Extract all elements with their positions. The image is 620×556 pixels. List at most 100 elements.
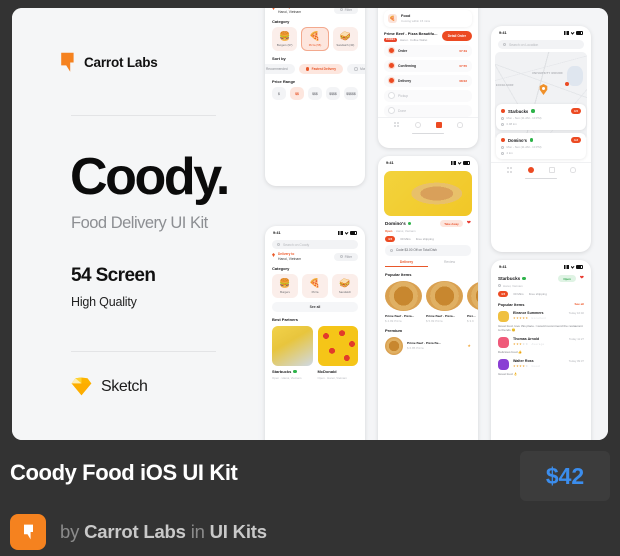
favorite-heart-icon[interactable]: ❤: [580, 276, 584, 281]
status-bar: 9:41: [491, 260, 591, 271]
map-place-card-dominos[interactable]: Domino's 4.2 Mon - Sun (11 AM - 10 PM) 2…: [496, 133, 586, 159]
home-search-bar[interactable]: Search on Coody: [272, 240, 358, 249]
pizza-icon: 🍕: [309, 30, 321, 41]
home-see-all-button[interactable]: See all: [272, 302, 358, 312]
partner-sub: Open · Hanoi, Vietnam: [272, 203, 302, 208]
partner-card[interactable]: Starbucks Open · Hanoi, Vietnam: [272, 326, 313, 380]
profile-icon[interactable]: [456, 121, 463, 128]
promo-banner[interactable]: Code $3.00 Off on Total Dish: [385, 244, 471, 256]
step-label: Confirming: [398, 63, 417, 68]
phone-reviews-screen[interactable]: 9:41 Starbucks Open ❤ Hanoi, Vietnam 4.5…: [491, 260, 591, 440]
partner-sub: Open · Hanoi, Vietnam: [317, 375, 347, 380]
compass-icon[interactable]: [414, 121, 421, 128]
price-chip-3[interactable]: $$$: [308, 87, 322, 100]
home-filter-button[interactable]: Filter: [333, 252, 358, 261]
category-card-sandwich[interactable]: 🥪 Sandwich: [332, 274, 358, 298]
category-card-sandwich[interactable]: 🥪 Sandwich (30): [332, 27, 358, 51]
grid-icon[interactable]: [506, 167, 513, 173]
partner-card[interactable]: McDonald Open · Hanoi, Vietnam: [317, 326, 358, 380]
location-pin-icon: [272, 253, 275, 257]
product-preview-card[interactable]: Carrot Labs Coody. Food Delivery UI Kit …: [12, 8, 608, 440]
price-chip-1[interactable]: $: [272, 87, 286, 100]
menu-item[interactable]: Prime Beef - Pizza... $ 5.99 Pizza: [426, 281, 463, 323]
filter-button-label: Filter: [344, 8, 352, 12]
phone-order-screen[interactable]: 🍕 Food Coming within 15 mins Prime Beef …: [378, 8, 478, 148]
restaurant-status-line: Open · Hanoi, Vietnam: [385, 228, 416, 233]
favorite-heart-icon[interactable]: ❤: [467, 221, 471, 226]
phone-filter-screen[interactable]: Search on Coody Delivery to Hanoi, Vietn…: [265, 8, 365, 186]
route-icon: [501, 151, 504, 155]
sort-chip-fastest-delivery[interactable]: Fastest Delivery: [298, 64, 344, 74]
phone-map-screen[interactable]: 9:41 Search on Location UNIVERSITY MOUND…: [491, 26, 591, 252]
menu-item[interactable]: Prime Beef - Pizza... $ 4.99 Pizza: [385, 281, 422, 323]
receipt-icon[interactable]: [435, 121, 442, 128]
burger-icon: 🍔: [279, 277, 291, 288]
sort-chip-recommended[interactable]: Recommended: [265, 64, 295, 74]
map-place-card-starbucks[interactable]: Starbucks 4.5 Mon - Sun (11 AM - 10 PM) …: [496, 104, 586, 130]
place-rating: 4.2: [570, 137, 581, 143]
order-card-sub: Coming within 15 mins: [401, 19, 431, 23]
partner-name: Starbucks: [272, 369, 313, 374]
author-avatar[interactable]: [10, 514, 46, 550]
battery-icon: [576, 265, 583, 269]
map-tab-bar[interactable]: [491, 162, 591, 176]
price-badge[interactable]: $42: [520, 451, 610, 501]
map-search-bar[interactable]: Search on Location: [498, 40, 584, 49]
restaurant-tabs[interactable]: Delivery Review: [385, 260, 471, 268]
restaurant-hero-image: [384, 171, 472, 216]
price-chip-5[interactable]: $$$$$: [344, 87, 358, 100]
cover-brand-name: Carrot Labs: [84, 55, 158, 70]
profile-icon[interactable]: [569, 167, 576, 173]
author-link[interactable]: Carrot Labs: [84, 521, 186, 542]
see-all-link[interactable]: See all: [574, 302, 584, 306]
filter-delivery-row[interactable]: Delivery to Hanoi, Vietnam Filter: [272, 8, 358, 14]
category-link[interactable]: UI Kits: [210, 521, 267, 542]
receipt-icon[interactable]: [548, 167, 555, 173]
premium-heading: Premium: [385, 327, 403, 333]
place-rating: 4.5: [570, 108, 581, 114]
category-card-burgers[interactable]: 🍔 Burgers (97): [272, 27, 298, 51]
signal-icon: [338, 231, 343, 235]
phone-home-screen[interactable]: 9:41 Search on Coody Delivery to Hanoi, …: [265, 226, 365, 440]
category-card-pizza[interactable]: 🍕 Pizza (55): [301, 27, 329, 51]
price-chip-4[interactable]: $$$$: [326, 87, 340, 100]
price-chip-2[interactable]: $$: [290, 87, 304, 100]
category-card-burgers[interactable]: 🍔 Burgers: [272, 274, 298, 298]
home-delivery-row[interactable]: Delivery to Hanoi, Vietnam Filter: [272, 252, 358, 261]
phone-restaurant-screen[interactable]: 9:41 Domino's Take Away ❤ Open · Hanoi, …: [378, 156, 478, 440]
location-icon[interactable]: [527, 167, 534, 173]
detail-order-button[interactable]: Detail Order: [441, 31, 472, 41]
home-category-heading: Category: [272, 266, 290, 271]
tab-delivery[interactable]: Delivery: [385, 260, 428, 267]
status-bar: 9:41: [265, 226, 365, 237]
review-item: Thomas Arnold Today 11:27 ★★★★★ Average: [498, 336, 584, 348]
step-dot-icon: [389, 63, 394, 68]
avatar: [498, 358, 509, 370]
tab-review[interactable]: Review: [428, 260, 471, 268]
order-tab-bar[interactable]: [378, 116, 478, 131]
verified-icon: [531, 109, 535, 113]
map-pin-icon[interactable]: [539, 84, 548, 95]
filter-button[interactable]: Filter: [333, 8, 358, 14]
sort-chip-most-popular[interactable]: Most Popular: [347, 64, 365, 74]
partner-image: [272, 326, 313, 366]
menu-item-name: Prime Beef - Pizza...: [426, 313, 456, 318]
premium-item-row[interactable]: Prime Beef - Pizza Be... $ 6.85 Pizza ★: [385, 336, 471, 355]
route-icon: [501, 122, 504, 126]
map-marker-dot[interactable]: [565, 82, 569, 86]
filter-delivery-value: Hanoi, Vietnam: [278, 10, 302, 14]
verified-icon: [293, 369, 297, 374]
wifi-icon: [570, 31, 575, 35]
rating-stars: ★★★★★ Good: [513, 363, 540, 368]
reviewer-name: Eleanor Summers: [513, 310, 544, 315]
verified-icon: [529, 138, 534, 142]
category-card-pizza[interactable]: 🍕 Pizza: [302, 274, 328, 298]
duration-label: 30 Mins: [400, 236, 411, 241]
partner-sub: Open · Hanoi, Vietnam: [317, 203, 347, 208]
place-dot-icon: [501, 109, 505, 113]
menu-item[interactable]: Pizz... $ 3.9: [467, 281, 478, 323]
location-pin-icon: [498, 284, 501, 287]
grid-icon[interactable]: [393, 121, 400, 128]
restaurant-header-row: Domino's Take Away ❤: [385, 220, 471, 227]
cover-tool-row: Sketch: [71, 377, 148, 396]
